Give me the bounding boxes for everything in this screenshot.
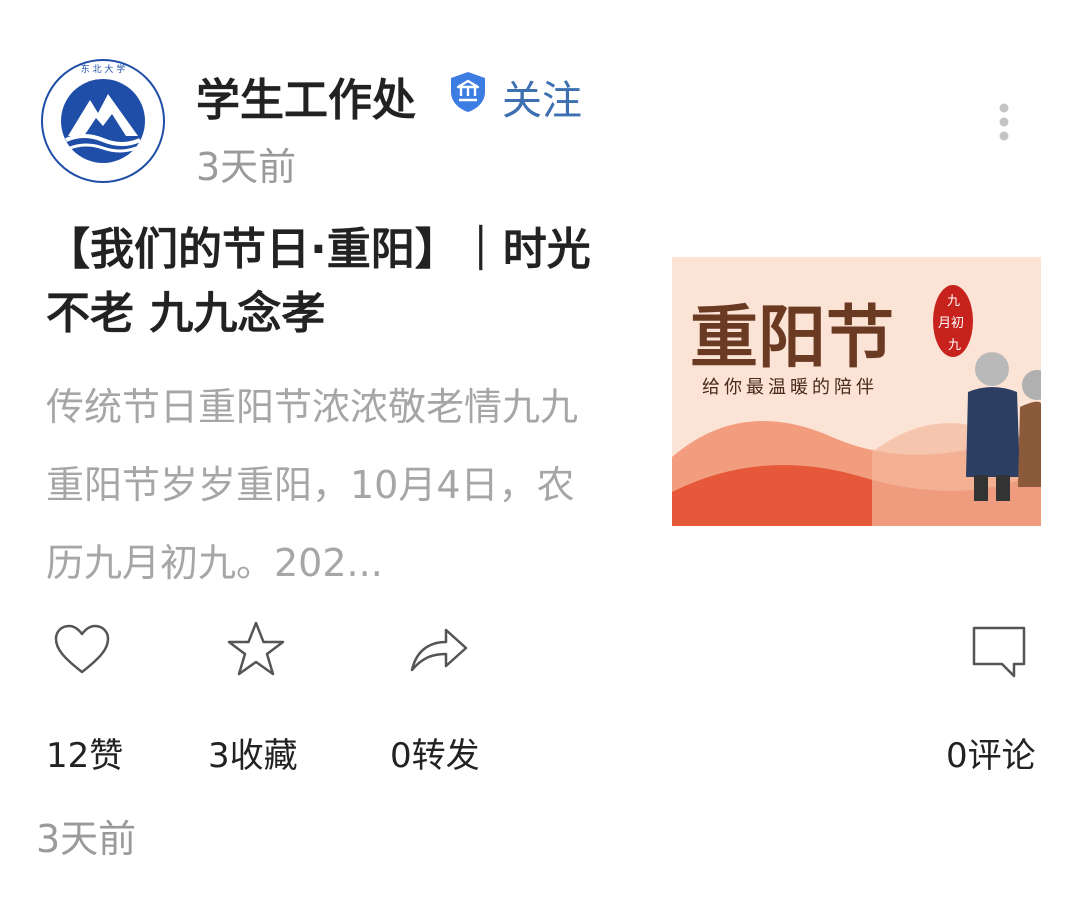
verified-badge-icon [451, 72, 485, 112]
thumbnail-seal-1: 九 [947, 294, 960, 309]
more-vertical-icon[interactable] [992, 100, 1016, 144]
post-excerpt[interactable]: 传统节日重阳节浓浓敬老情九九重阳节岁岁重阳，10月4日，农历九月初九。202..… [46, 368, 594, 602]
author-avatar[interactable]: 东 北 大 学 [40, 58, 166, 184]
follow-button[interactable]: 关注 [502, 68, 582, 126]
comment-count[interactable]: 0评论 [946, 728, 1036, 777]
post-time-bottom: 3天前 [36, 817, 137, 861]
post-title[interactable]: 【我们的节日·重阳】｜时光不老 九九念孝 [46, 218, 594, 346]
comment-icon[interactable] [968, 618, 1032, 682]
svg-text:东 北 大 学: 东 北 大 学 [81, 63, 126, 75]
thumbnail-seal-2: 月初 [938, 316, 964, 331]
favorite-count[interactable]: 3收藏 [208, 728, 298, 777]
like-count[interactable]: 12赞 [46, 728, 123, 777]
thumbnail-sub-text: 给你最温暖的陪伴 [702, 377, 878, 398]
share-count[interactable]: 0转发 [390, 728, 480, 777]
star-icon[interactable] [224, 618, 288, 682]
thumbnail-main-text: 重阳节 [690, 298, 894, 378]
share-icon[interactable] [406, 618, 470, 682]
author-name[interactable]: 学生工作处 [196, 64, 416, 128]
post-time: 3天前 [196, 145, 297, 189]
post-thumbnail[interactable]: 重阳节 给你最温暖的陪伴 九 月初 九 [672, 257, 1041, 526]
thumbnail-seal-3: 九 [948, 338, 961, 353]
heart-icon[interactable] [50, 618, 114, 682]
